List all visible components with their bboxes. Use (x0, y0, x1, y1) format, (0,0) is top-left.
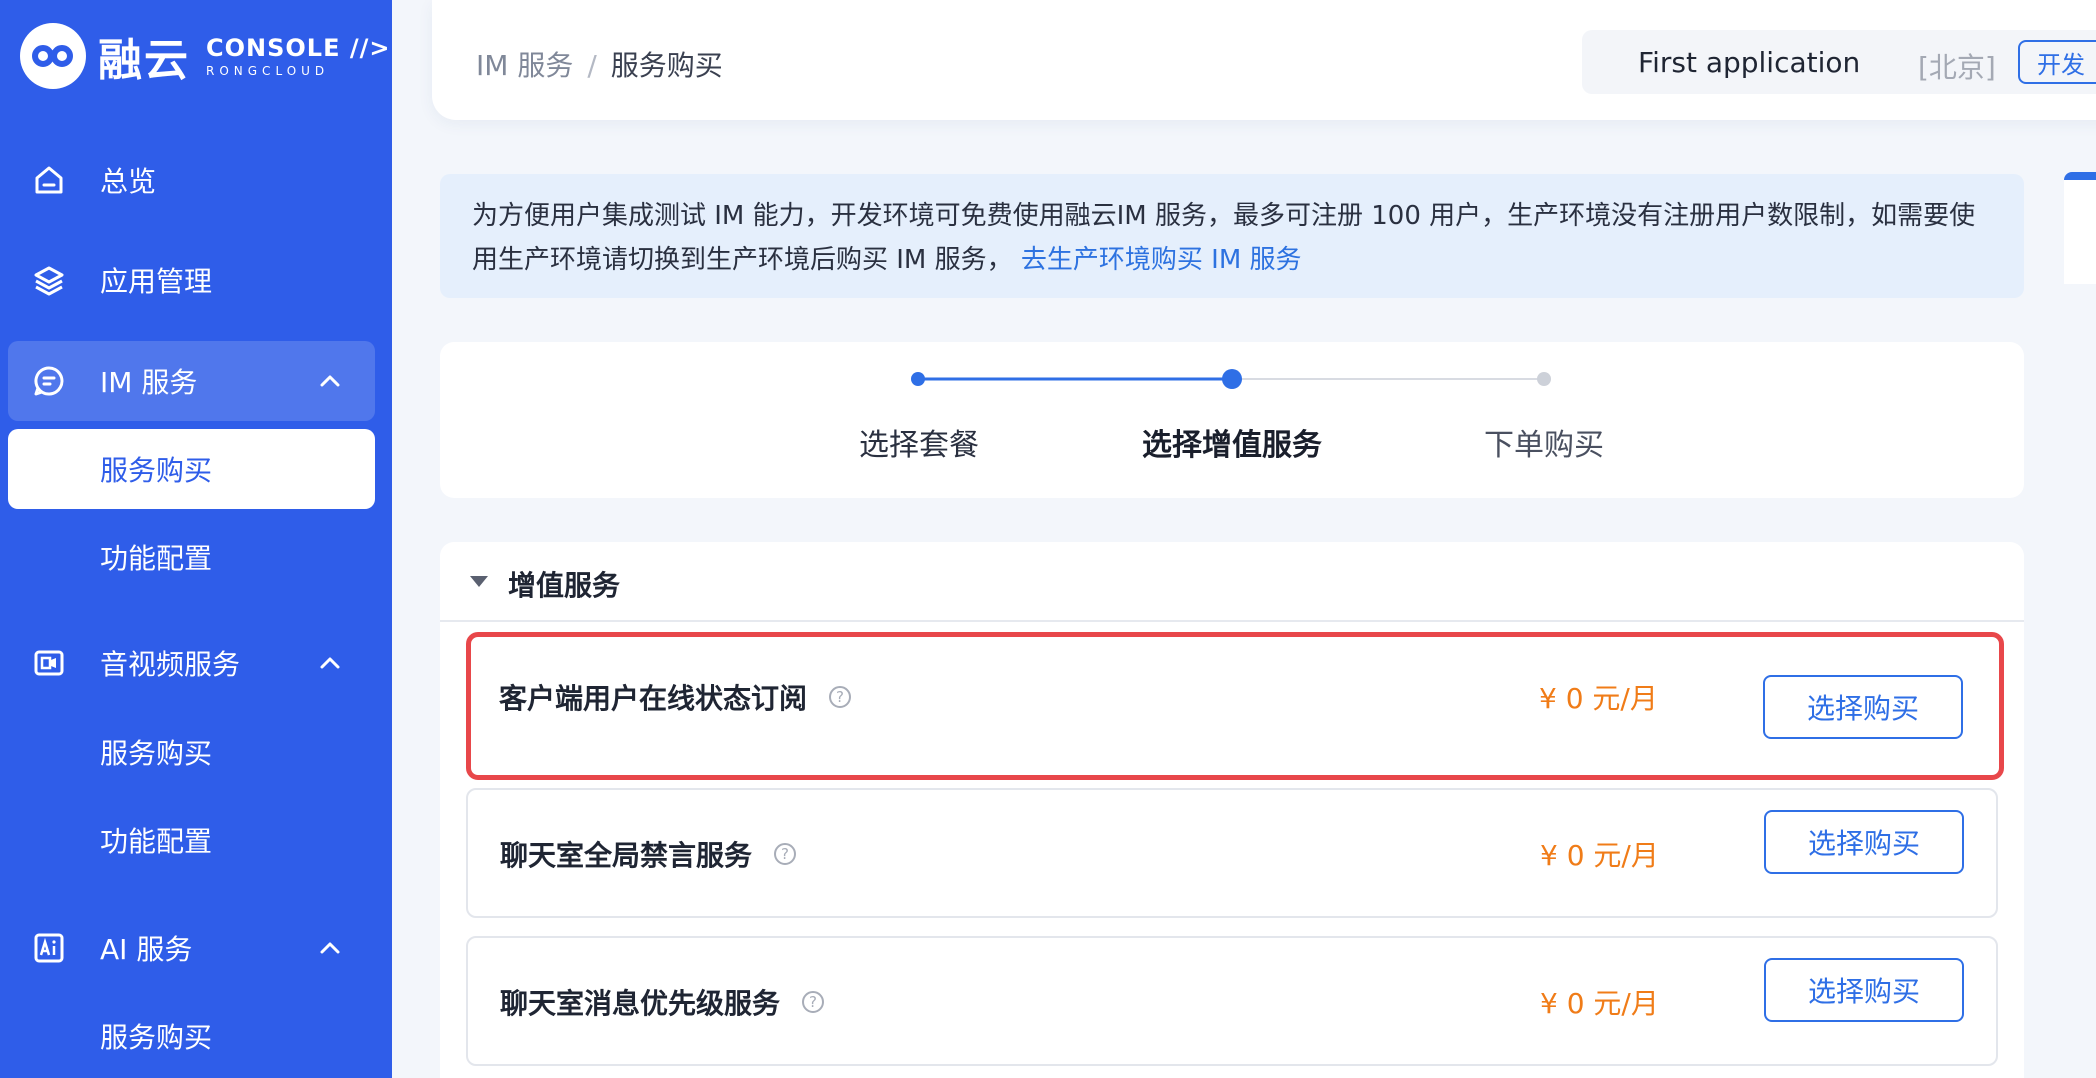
sidebar-item-label: 应用管理 (100, 265, 213, 298)
top-bar: IM 服务 / 服务购买 First application [北京] 开发 (432, 0, 2096, 120)
step-dot-current (1222, 369, 1242, 389)
production-purchase-link[interactable]: 去生产环境购买 IM 服务 (1021, 245, 1302, 275)
sidebar-item-label: 功能配置 (100, 542, 213, 575)
rongcloud-logo-icon (20, 23, 86, 89)
help-icon[interactable]: ? (829, 686, 852, 708)
chevron-up-icon[interactable] (313, 364, 347, 398)
step-select-package[interactable]: 选择套餐 (859, 420, 979, 464)
service-row-chatroom-mute: 聊天室全局禁言服务 ? ¥ 0 元/月 选择购买 (466, 788, 1998, 918)
sidebar-item-im-service[interactable]: IM 服务 (8, 341, 375, 421)
help-icon[interactable]: ? (774, 843, 797, 865)
value-added-services-panel: 增值服务 客户端用户在线状态订阅 ? ¥ 0 元/月 选择购买 聊天室全局禁言服… (440, 542, 2024, 1078)
sidebar-item-label: 服务购买 (100, 737, 213, 770)
sidebar-item-label: 总览 (100, 165, 157, 198)
sidebar-subitem-av-config[interactable]: 功能配置 (8, 800, 375, 880)
sidebar-item-av-service[interactable]: 音视频服务 (8, 623, 375, 703)
ai-icon (32, 931, 66, 965)
select-purchase-button[interactable]: 选择购买 (1764, 958, 1964, 1022)
app-name: First application (1638, 46, 1861, 79)
service-name: 聊天室消息优先级服务 (500, 987, 781, 1020)
brand-console: CONSOLE //> (206, 34, 391, 62)
app-region: [北京] (1918, 51, 1996, 84)
step-select-value-added: 选择增值服务 (1142, 428, 1322, 463)
purchase-steps: 选择套餐 选择增值服务 下单购买 (440, 342, 2024, 498)
value-added-title: 增值服务 (508, 569, 621, 602)
breadcrumb-current: 服务购买 (610, 49, 723, 82)
brand-name: 融云 (98, 35, 190, 86)
sidebar-item-label: 音视频服务 (100, 648, 241, 681)
service-price: ¥ 0 元/月 (1539, 682, 1658, 715)
brand-logo[interactable]: 融云 CONSOLE //> RONGCLOUD (20, 22, 390, 90)
sidebar-item-label: 服务购买 (100, 1021, 213, 1054)
app-selector[interactable]: First application [北京] 开发 (1582, 30, 2096, 94)
sidebar-item-overview[interactable]: 总览 (8, 140, 375, 220)
sidebar-subitem-im-purchase[interactable]: 服务购买 (8, 429, 375, 509)
caret-down-icon[interactable] (470, 576, 488, 587)
breadcrumb-link-im[interactable]: IM 服务 (476, 49, 573, 82)
breadcrumb-separator: / (587, 49, 597, 82)
service-name: 客户端用户在线状态订阅 (499, 682, 808, 715)
layers-icon (32, 263, 66, 297)
env-badge[interactable]: 开发 (2018, 40, 2096, 84)
sidebar-subitem-av-purchase[interactable]: 服务购买 (8, 712, 375, 792)
sidebar-subitem-ai-purchase[interactable]: 服务购买 (8, 996, 375, 1076)
service-name: 聊天室全局禁言服务 (500, 839, 753, 872)
step-dot-done (911, 372, 925, 386)
sidebar-item-label: 功能配置 (100, 825, 213, 858)
select-purchase-button[interactable]: 选择购买 (1764, 810, 1964, 874)
brand-sub: RONGCLOUD (206, 64, 330, 78)
sidebar-item-label: IM 服务 (100, 366, 198, 399)
sidebar-item-ai-service[interactable]: AI 服务 (8, 908, 375, 988)
breadcrumb: IM 服务 / 服务购买 (476, 44, 723, 84)
side-panel-tab[interactable] (2064, 172, 2096, 284)
home-icon (32, 163, 66, 197)
info-notice: 为方便用户集成测试 IM 能力，开发环境可免费使用融云IM 服务，最多可注册 1… (440, 174, 2024, 298)
step-place-order: 下单购买 (1484, 428, 1604, 463)
video-icon (32, 646, 66, 680)
sidebar-item-app-management[interactable]: 应用管理 (8, 240, 375, 320)
sidebar-item-label: AI 服务 (100, 933, 193, 966)
service-price: ¥ 0 元/月 (1540, 839, 1659, 872)
service-price: ¥ 0 元/月 (1540, 987, 1659, 1020)
chevron-up-icon[interactable] (313, 931, 347, 965)
chevron-up-icon[interactable] (313, 646, 347, 680)
sidebar-item-label: 服务购买 (100, 454, 213, 487)
chat-icon (32, 364, 66, 398)
step-dot-todo (1537, 372, 1551, 386)
select-purchase-button[interactable]: 选择购买 (1763, 675, 1963, 739)
help-icon[interactable]: ? (802, 991, 825, 1013)
value-added-header[interactable]: 增值服务 (440, 542, 2024, 622)
sidebar: 融云 CONSOLE //> RONGCLOUD 总览 应用管理 IM 服务 服… (0, 0, 392, 1078)
service-row-chatroom-priority: 聊天室消息优先级服务 ? ¥ 0 元/月 选择购买 (466, 936, 1998, 1066)
service-row-online-status: 客户端用户在线状态订阅 ? ¥ 0 元/月 选择购买 (466, 632, 2004, 780)
sidebar-subitem-im-config[interactable]: 功能配置 (8, 517, 375, 597)
